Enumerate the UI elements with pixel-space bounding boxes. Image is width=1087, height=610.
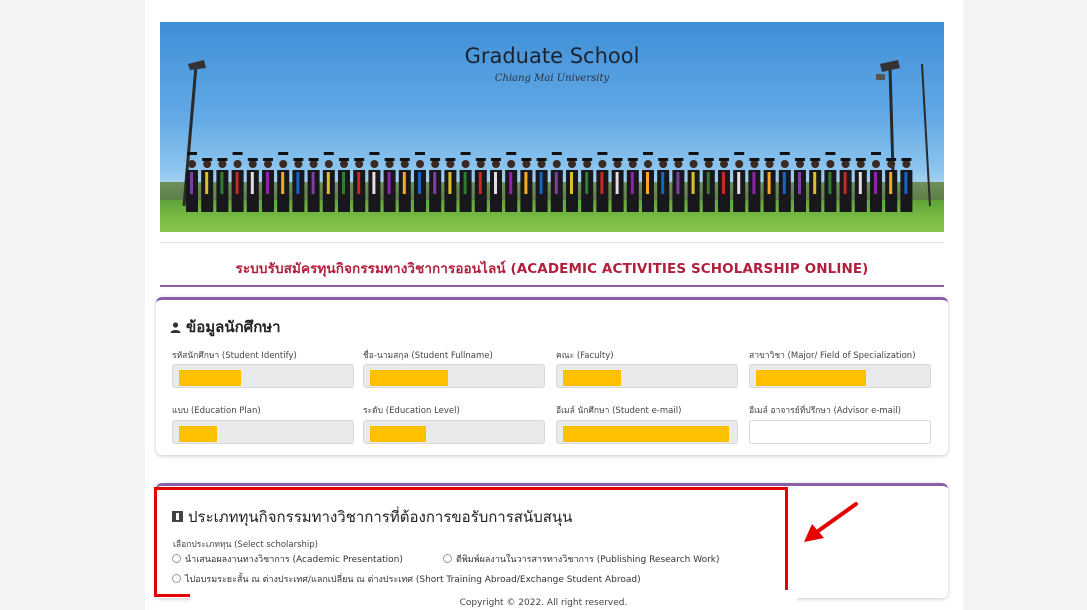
redaction-mark [179,426,217,442]
field-label-student-email: อีเมล์ นักศึกษา (Student e-mail) [556,406,682,416]
field-label-education-level: ระดับ (Education Level) [363,406,460,416]
banner-title: Graduate School [464,44,640,68]
banner-subtitle: Chiang Mai University [494,73,610,84]
field-label-education-plan: แบบ (Education Plan) [172,406,261,416]
header-divider [160,242,944,243]
graduates-crowd [186,152,913,212]
student-email-field[interactable] [556,420,738,444]
redaction-mark [179,370,241,386]
arrow-icon [804,502,858,542]
advisor-email-field[interactable] [749,420,931,444]
fullname-field[interactable] [363,364,545,388]
field-label-major: สาขาวิชา (Major/ Field of Specialization… [749,351,916,361]
faculty-field[interactable] [556,364,738,388]
user-icon [170,319,181,337]
system-title: ระบบรับสมัครทุนกิจกรรมทางวิชาการออนไลน์ … [235,261,869,277]
student-info-card: ข้อมูลนักศึกษา รหัสนักศึกษา (Student Ide… [156,297,948,455]
redaction-mark [563,426,729,442]
redaction-mark [370,426,426,442]
redaction-mark [563,370,621,386]
major-field[interactable] [749,364,931,388]
education-level-field[interactable] [363,420,545,444]
field-label-student-id: รหัสนักศึกษา (Student Identify) [172,351,297,361]
section-rule [160,285,944,287]
student-section-title-text: ข้อมูลนักศึกษา [186,318,281,336]
field-label-advisor-email: อีเมล์ อาจารย์ที่ปรึกษา (Advisor e-mail) [749,406,901,416]
student-id-field[interactable] [172,364,354,388]
field-label-fullname: ชื่อ-นามสกุล (Student Fullname) [363,351,493,361]
redaction-mark [756,370,866,386]
header-banner: Graduate School Chiang Mai University [160,22,944,232]
footer-copyright: Copyright © 2022. All right reserved. [459,598,628,608]
highlight-annotation-box [154,487,788,597]
field-label-faculty: คณะ (Faculty) [556,351,614,361]
redaction-mark [370,370,448,386]
education-plan-field[interactable] [172,420,354,444]
student-section-title: ข้อมูลนักศึกษา [170,315,281,339]
